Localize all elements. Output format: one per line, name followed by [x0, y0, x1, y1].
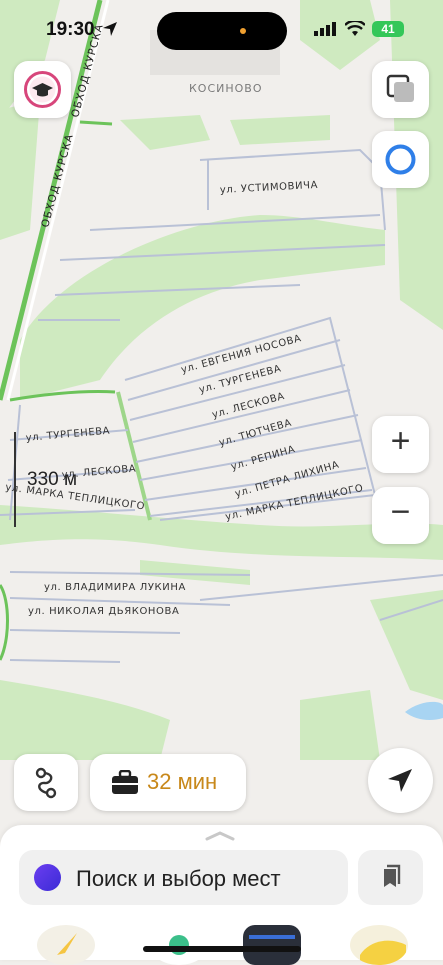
bottom-sheet[interactable]: Поиск и выбор мест — [0, 825, 443, 965]
zoom-in-label: + — [390, 422, 411, 460]
travel-time-label: 32 мин — [147, 769, 218, 794]
layers-button[interactable] — [372, 61, 429, 118]
green-road — [79, 120, 113, 126]
route-button[interactable] — [14, 754, 78, 811]
home-indicator — [143, 946, 301, 952]
transport-icon — [169, 935, 189, 955]
shortcut-item[interactable] — [350, 925, 408, 965]
scale-label: 330 м — [27, 469, 78, 490]
profile-button[interactable] — [14, 61, 71, 118]
search-input[interactable]: Поиск и выбор мест — [19, 850, 348, 905]
street-label: ул. НИКОЛАЯ ДЬЯКОНОВА — [28, 606, 179, 617]
shortcut-item[interactable] — [243, 925, 301, 965]
search-placeholder: Поиск и выбор мест — [76, 866, 281, 891]
location-arrow-icon — [103, 22, 117, 36]
district-label: КОСИНОВО — [189, 82, 263, 95]
delivery-icon — [360, 940, 406, 965]
bookmarks-button[interactable] — [358, 850, 423, 905]
navigation-arrow-icon — [388, 769, 412, 792]
alice-assistant-button[interactable] — [372, 131, 429, 188]
sheet-handle-icon[interactable] — [205, 831, 235, 841]
wifi-icon — [345, 21, 365, 36]
graduation-cap-icon — [24, 71, 61, 108]
briefcase-icon — [112, 770, 138, 794]
navigator-icon — [57, 933, 77, 955]
taxi-icon — [249, 935, 295, 939]
battery-indicator: 41 — [372, 21, 404, 37]
signal-icon — [314, 22, 336, 36]
scale-bar — [14, 432, 16, 527]
layers-icon — [386, 74, 414, 102]
status-time: 19:30 — [46, 19, 95, 40]
shortcut-item[interactable] — [37, 925, 95, 965]
my-location-button[interactable] — [368, 748, 433, 813]
dynamic-island — [157, 12, 287, 50]
alice-icon — [385, 144, 416, 175]
bookmarks-icon — [384, 864, 401, 887]
shortcut-item[interactable] — [150, 925, 208, 965]
travel-time-button[interactable]: 32 мин — [90, 754, 246, 811]
forest-area — [230, 115, 330, 145]
zoom-in-button[interactable]: + — [372, 416, 429, 473]
street-label: ул. ВЛАДИМИРА ЛУКИНА — [44, 582, 186, 593]
route-icon — [35, 767, 57, 799]
recording-dot-icon — [240, 28, 246, 34]
zoom-out-label: − — [390, 493, 411, 531]
alice-voice-icon[interactable] — [34, 864, 61, 891]
zoom-out-button[interactable]: − — [372, 487, 429, 544]
